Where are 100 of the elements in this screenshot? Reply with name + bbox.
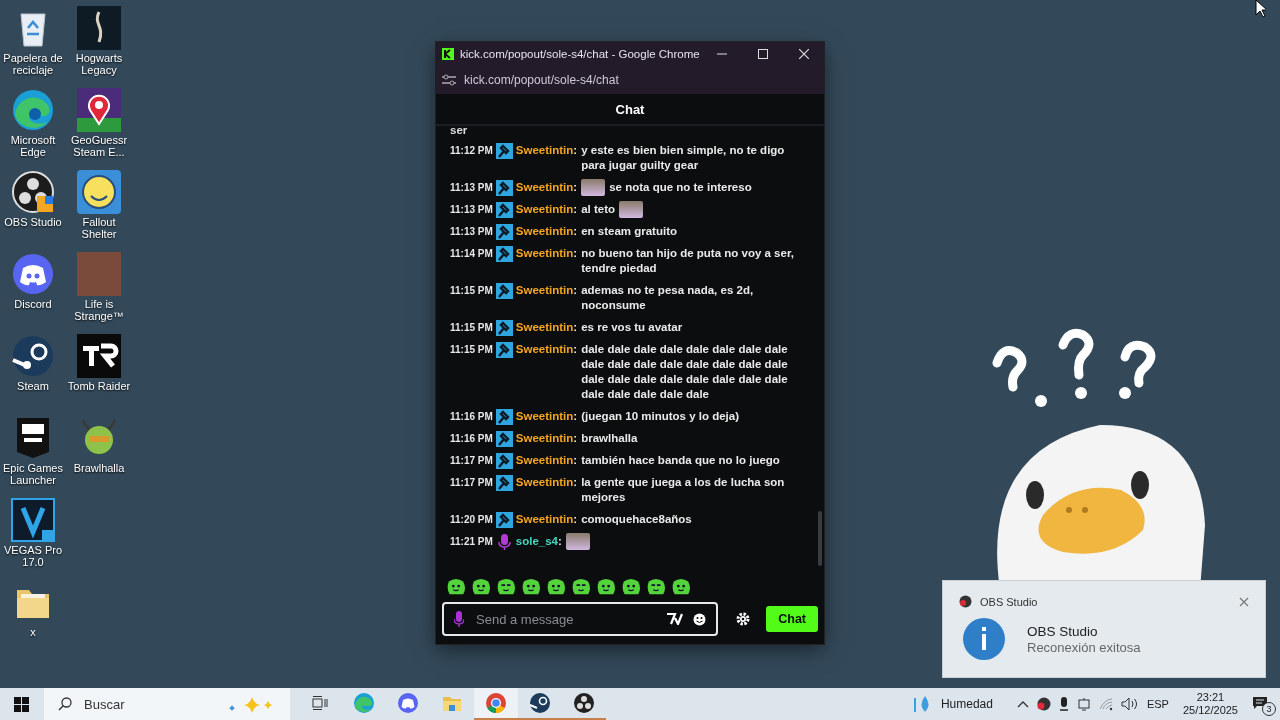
- desktop-shortcut[interactable]: Discord: [0, 246, 66, 328]
- message-time: 11:17 PM: [450, 454, 493, 468]
- message-text: ademas no te pesa nada, es 2d, noconsume: [581, 283, 755, 313]
- swirl-logo-icon: [353, 692, 375, 714]
- name-colon: :: [573, 453, 578, 468]
- language-indicator[interactable]: ESP: [1146, 698, 1169, 710]
- username[interactable]: sole_s4: [515, 534, 558, 549]
- desktop-shortcut[interactable]: Hogwarts Legacy: [66, 0, 132, 82]
- message-time: 11:21 PM: [450, 535, 493, 549]
- hammer-badge-icon: [495, 319, 513, 336]
- emote-image: [581, 179, 606, 196]
- maximize-icon: [757, 49, 768, 59]
- hammer-badge-icon: [495, 408, 513, 425]
- emote-image: [619, 201, 644, 218]
- notification-center-button[interactable]: 3: [1252, 693, 1274, 715]
- desktop-shortcut[interactable]: Epic Games Launcher: [0, 410, 66, 492]
- emote-icon[interactable]: [471, 578, 491, 596]
- name-colon: :: [573, 283, 578, 298]
- message-time: 11:13 PM: [450, 225, 493, 239]
- send-button[interactable]: Chat: [766, 606, 818, 632]
- notification-message: Reconexión exitosa: [1027, 639, 1141, 655]
- emote-icon[interactable]: [446, 578, 466, 596]
- message-input[interactable]: Send a message: [474, 610, 657, 628]
- controller-face-icon: [11, 252, 55, 296]
- message-text: no bueno tan hijo de puta no voy a ser, tendre piedad: [581, 246, 795, 276]
- message-time: 11:16 PM: [450, 410, 493, 424]
- close-icon: [798, 49, 809, 59]
- address-text[interactable]: kick.com/popout/sole-s4/chat: [464, 73, 619, 87]
- search-field[interactable]: Buscar: [44, 688, 290, 720]
- hammer-badge-icon: [495, 223, 513, 240]
- weather-text[interactable]: Humedad: [940, 697, 993, 711]
- name-colon: :: [573, 320, 578, 335]
- emote-icon[interactable]: [671, 578, 691, 596]
- info-icon: [963, 618, 1005, 660]
- hammer-badge-icon: [495, 179, 513, 196]
- name-colon: :: [573, 512, 578, 527]
- reel-logo-icon: [573, 692, 595, 714]
- shortcut-label: Microsoft Edge: [9, 134, 57, 158]
- clock-time[interactable]: 23:21: [1196, 691, 1225, 704]
- emote-icon[interactable]: [596, 578, 616, 596]
- desktop-shortcut[interactable]: Microsoft Edge: [0, 82, 66, 164]
- message-time: 11:15 PM: [450, 321, 493, 335]
- game-cover-icon: [77, 6, 121, 50]
- clock-date[interactable]: 25/12/2025: [1182, 704, 1238, 717]
- message-text: y este es bien bien simple, no te digo para jugar guilty gear: [581, 143, 786, 173]
- notification-app-name: OBS Studio: [980, 595, 1038, 608]
- shortcut-label: Life is Strange™: [73, 298, 125, 322]
- browser-logo-icon: [485, 692, 507, 714]
- desktop-shortcut[interactable]: Brawlhalla: [66, 410, 132, 492]
- scrollbar-thumb[interactable]: [818, 511, 822, 566]
- search-input[interactable]: Buscar: [82, 695, 218, 713]
- message-text: también hace banda que no lo juego: [581, 453, 780, 468]
- message-text: brawlhalla: [581, 431, 638, 446]
- desktop-shortcut[interactable]: Tomb Raider: [66, 328, 132, 410]
- message-text: la gente que juega a los de lucha son mejores: [581, 475, 786, 505]
- smiley-icon[interactable]: [693, 612, 706, 626]
- site-settings-icon[interactable]: [442, 74, 456, 86]
- emote-icon[interactable]: [521, 578, 541, 596]
- desktop-shortcut[interactable]: Papelera de reciclaje: [0, 0, 66, 82]
- desktop-shortcut[interactable]: Life is Strange™: [66, 246, 132, 328]
- desktop-shortcut[interactable]: VEGAS Pro 17.0: [0, 492, 66, 574]
- microphone-icon: [454, 611, 464, 627]
- close-icon[interactable]: [1239, 596, 1249, 607]
- shortcut-label: Fallout Shelter: [80, 216, 118, 240]
- hammer-badge-icon: [495, 282, 513, 299]
- shortcut-label: Epic Games Launcher: [2, 462, 64, 486]
- message-time: 11:13 PM: [450, 181, 493, 195]
- site-logo-icon: [442, 48, 454, 60]
- hammer-badge-icon: [495, 142, 513, 159]
- emote-icon[interactable]: [571, 578, 591, 596]
- reel-logo-icon[interactable]: [1036, 697, 1051, 711]
- chevron-up-icon[interactable]: [1016, 700, 1029, 708]
- shortcut-label: GeoGuessr Steam E...: [69, 134, 129, 158]
- emote-icon[interactable]: [546, 578, 566, 596]
- extension-logo-icon[interactable]: [667, 613, 683, 625]
- desktop-shortcut[interactable]: GeoGuessr Steam E...: [66, 82, 132, 164]
- speaker-icon[interactable]: [1120, 697, 1139, 711]
- desktop-shortcut[interactable]: OBS Studio: [0, 164, 66, 246]
- message-text: es re vos tu avatar: [581, 320, 683, 335]
- shortcut-label: OBS Studio: [3, 216, 63, 228]
- camera-icon[interactable]: [1076, 697, 1091, 711]
- emote-icon[interactable]: [646, 578, 666, 596]
- microphone-icon[interactable]: [1058, 697, 1069, 711]
- swirl-logo-icon: [11, 88, 55, 132]
- notification-toast[interactable]: OBS Studio OBS Studio Reconexión exitosa: [942, 580, 1266, 678]
- desktop-shortcut[interactable]: x: [0, 574, 66, 656]
- shortcut-label: Papelera de reciclaje: [2, 52, 64, 76]
- name-colon: :: [573, 246, 578, 261]
- name-colon: :: [573, 143, 578, 158]
- emote-icon[interactable]: [496, 578, 516, 596]
- hammer-badge-icon: [495, 341, 513, 358]
- desktop-shortcut[interactable]: Steam: [0, 328, 66, 410]
- settings-icon[interactable]: [736, 612, 750, 626]
- emote-icon[interactable]: [621, 578, 641, 596]
- chat-header: Chat: [615, 101, 645, 117]
- message-time: 11:13 PM: [450, 203, 493, 217]
- name-colon: :: [573, 180, 578, 195]
- message-field[interactable]: Send a message: [442, 602, 718, 636]
- emote-image: [565, 533, 590, 550]
- desktop-shortcut[interactable]: Fallout Shelter: [66, 164, 132, 246]
